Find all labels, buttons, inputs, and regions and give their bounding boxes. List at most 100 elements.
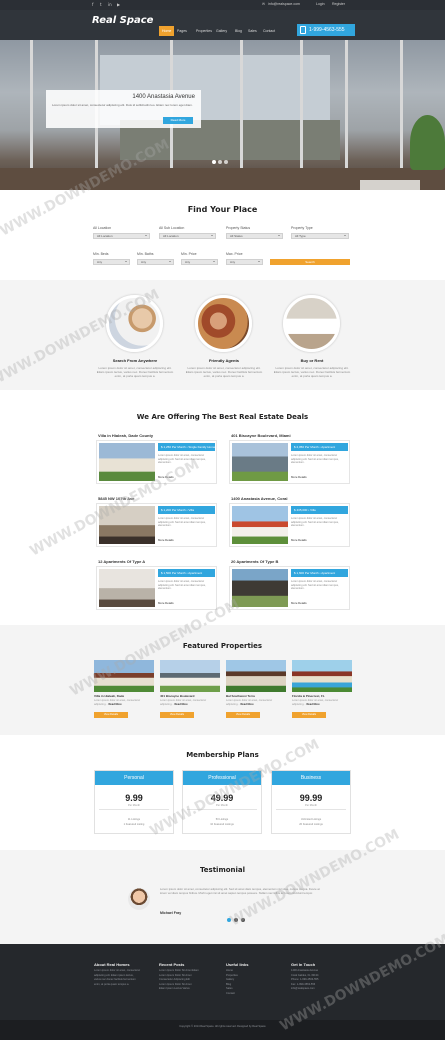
footer-link[interactable]: Home [226, 969, 233, 972]
featured-read-more[interactable]: Read More [174, 703, 187, 706]
deal-title[interactable]: 1400 Anastasia Avenue, Coral [231, 496, 287, 501]
deal-more-link[interactable]: More Details [291, 601, 307, 605]
deal-price-value: $ 2,050 Per Month [294, 445, 319, 449]
featured-details-button[interactable]: View Details [292, 712, 326, 718]
deal-image[interactable] [232, 443, 288, 481]
twitter-icon[interactable]: t [100, 2, 102, 7]
footer-link[interactable]: Lorem Ipsum Dolor Sit Amet [159, 974, 191, 977]
footer-link[interactable]: Coral Gables, FL 33134 [291, 974, 318, 977]
deal-card[interactable]: 401 Biscayne Boulevard, Miami $ 2,050 Per… [229, 433, 350, 484]
phone-badge[interactable]: 1-999-4563-555 [297, 24, 355, 36]
feature-title: Buy or Rent [300, 358, 324, 363]
plan-card: Business 99.99 Per Month Unlimited Listings… [271, 770, 351, 834]
featured-desc: Lorem ipsum dolor sit amet, consectetur … [226, 699, 286, 706]
deal-title[interactable]: 401 Biscayne Boulevard, Miami [231, 433, 291, 438]
deal-price-value: $ 1,500 Per Month [161, 571, 186, 575]
footer-link[interactable]: Lorem Ipsum Dolor Sit Amet [159, 983, 191, 986]
search-select[interactable]: Any [181, 259, 218, 265]
search-button[interactable]: Search [270, 259, 350, 265]
footer-link[interactable]: info@realspace.com [291, 987, 315, 990]
featured-read-more[interactable]: Read More [108, 703, 121, 706]
search-select[interactable]: All Location [93, 233, 150, 239]
youtube-icon[interactable]: ▶ [117, 2, 120, 7]
deal-card[interactable]: 20 Apartments Of Type B $ 1,600 Per Month… [229, 559, 350, 610]
featured-image[interactable] [226, 660, 286, 692]
featured-details-button[interactable]: View Details [226, 712, 260, 718]
featured-name[interactable]: Bal Southwest Terra [226, 694, 255, 698]
hero-read-more-button[interactable]: Read More [163, 117, 193, 124]
search-select[interactable]: Any [226, 259, 263, 265]
footer-link[interactable]: 1400 Anastasia Avenue [291, 969, 318, 972]
search-select[interactable]: Any [93, 259, 130, 265]
slider-dot[interactable] [218, 160, 222, 164]
deal-price: $ 1,600 Per Month • Apartment [291, 569, 348, 577]
search-select[interactable]: All Type [291, 233, 349, 239]
featured-name[interactable]: Villa in Hialeah, Dade [94, 694, 124, 698]
deal-price-value: $ 1,250 Per Month [161, 445, 186, 449]
footer-link[interactable]: Contact [226, 992, 235, 995]
deal-card[interactable]: 1400 Anastasia Avenue, Coral $ 435,000 • … [229, 496, 350, 547]
top-email[interactable]: info@realspace.com [268, 2, 300, 6]
testimonial-section [0, 850, 445, 944]
footer-link[interactable]: Lorem Ipsum Dolor Sit Amet Etiam [159, 969, 199, 972]
footer-link[interactable]: Blog [226, 983, 231, 986]
deal-more-link[interactable]: More Details [158, 601, 174, 605]
featured-details-button[interactable]: View Details [160, 712, 194, 718]
featured-read-more[interactable]: Read More [240, 703, 253, 706]
search-select[interactable]: All Location [159, 233, 216, 239]
menu-item-blog[interactable]: Blog [232, 26, 245, 36]
deal-image[interactable] [232, 506, 288, 544]
plan-divider [99, 809, 169, 810]
menu-item-pages[interactable]: Pages [174, 26, 190, 36]
deal-more-link[interactable]: More Details [158, 538, 174, 542]
search-label: Min. Price [181, 252, 197, 256]
menu-item-gallery[interactable]: Gallery [213, 26, 230, 36]
login-link[interactable]: Login [316, 2, 325, 6]
deal-title[interactable]: Villa in Hialeah, Dade County [98, 433, 153, 438]
plan-name[interactable]: Business [272, 771, 350, 785]
deal-tag: Apartment [188, 571, 203, 575]
featured-image[interactable] [160, 660, 220, 692]
footer-link[interactable]: Consectetur Adipiscing Elit [159, 978, 190, 981]
featured-read-more[interactable]: Read More [306, 703, 319, 706]
deal-title[interactable]: 12 Apartments Of Type A [98, 559, 145, 564]
site-logo[interactable]: Real Space [92, 15, 153, 26]
featured-name[interactable]: 401 Biscayne Boulevard [160, 694, 195, 698]
hero-caption: 1400 Anastasia Avenue Lorem ipsum dolor … [46, 90, 201, 128]
linkedin-icon[interactable]: in [108, 2, 112, 7]
deal-image[interactable] [232, 569, 288, 607]
footer-link[interactable]: Gallery [226, 978, 234, 981]
search-select[interactable]: All Status [226, 233, 283, 239]
menu-item-sales[interactable]: Sales [245, 26, 260, 36]
deal-price-value: $ 435,000 [294, 508, 308, 512]
slider-dot[interactable] [224, 160, 228, 164]
menu-item-home[interactable]: Home [159, 26, 175, 36]
feature-image-buy-rent [283, 295, 340, 352]
footer-link[interactable]: Properties [226, 974, 238, 977]
featured-details-button[interactable]: View Details [94, 712, 128, 718]
featured-image[interactable] [292, 660, 352, 692]
search-label: All Location [93, 226, 112, 230]
register-link[interactable]: Register [332, 2, 345, 6]
deal-image[interactable] [99, 443, 155, 481]
footer-link[interactable]: Sales [226, 987, 233, 990]
deal-price: $ 435,000 • Villa [291, 506, 348, 514]
search-select[interactable]: Any [137, 259, 174, 265]
deal-title[interactable]: 20 Apartments Of Type B [231, 559, 278, 564]
menu-item-properties[interactable]: Properties [193, 26, 215, 36]
deal-image[interactable] [99, 569, 155, 607]
email-icon: ✉ [262, 2, 265, 6]
footer-link: enim, at porta quam tempus a. [94, 982, 130, 986]
menu-item-contact[interactable]: Contact [260, 26, 278, 36]
deal-more-link[interactable]: More Details [291, 538, 307, 542]
slider-dot[interactable] [212, 160, 216, 164]
facebook-icon[interactable]: f [92, 2, 93, 7]
deal-card[interactable]: 12 Apartments Of Type A $ 1,500 Per Month… [96, 559, 217, 610]
deal-more-link[interactable]: More Details [291, 475, 307, 479]
footer-link[interactable]: Fax: 1-999-4563-556 [291, 983, 315, 986]
footer-link[interactable]: Phone: 1-999-4563-555 [291, 978, 318, 981]
featured-name[interactable]: Florida & Pinecrest, FL [292, 694, 325, 698]
search-label: Min. Beds [93, 252, 109, 256]
footer-link[interactable]: Etiam Ipsum Lectus Varius [159, 987, 190, 990]
plan-name[interactable]: Personal [95, 771, 173, 785]
